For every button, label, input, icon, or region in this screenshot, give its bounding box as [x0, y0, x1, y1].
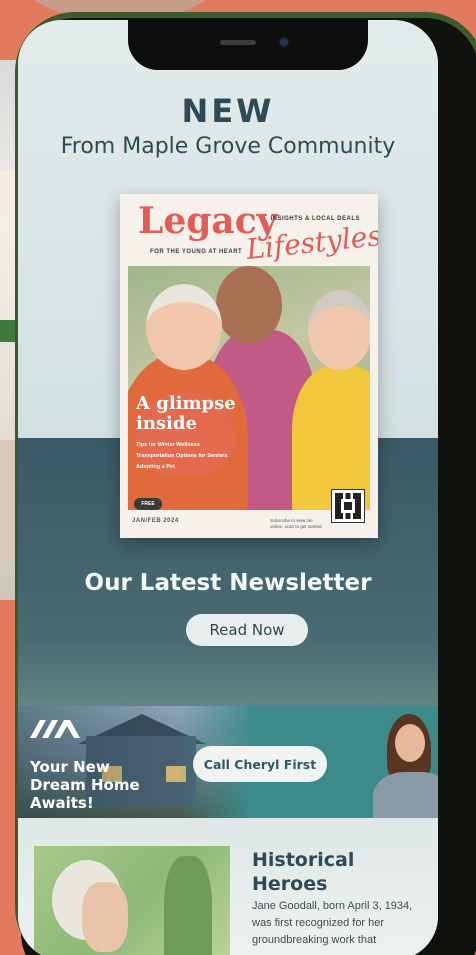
realtor-logo-icon — [30, 720, 80, 738]
dream-line: Dream Home — [30, 776, 140, 794]
woman-portrait-face — [82, 882, 128, 952]
cover-subscribe-text: Subscribe to view me online, scan to get… — [270, 518, 322, 529]
phone-notch — [128, 20, 368, 70]
cover-person — [216, 266, 282, 344]
cover-bullet: Adopting a Pet — [136, 464, 175, 470]
phone-screen: NEW From Maple Grove Community Legacy IN… — [18, 20, 438, 955]
new-heading: NEW — [181, 92, 275, 130]
cover-insights-label: INSIGHTS & LOCAL DEALS — [270, 216, 360, 222]
realtor-banner[interactable]: Your New Dream Home Awaits! Call Cheryl … — [18, 706, 438, 818]
realtor-body — [373, 772, 438, 818]
dream-line: Awaits! — [30, 794, 94, 812]
silhouette-figure — [164, 856, 212, 955]
article-section: Historical Heroes Jane Goodall, born Apr… — [18, 818, 438, 955]
title-line: Heroes — [252, 873, 328, 895]
cover-person — [292, 366, 370, 510]
cover-bullet: Tips for Winter Wellness — [136, 442, 200, 448]
cover-bullet-list: Tips for Winter Wellness Transportation … — [136, 440, 227, 473]
cover-tagline: FOR THE YOUNG AT HEART — [150, 249, 243, 255]
realtor-face — [395, 724, 425, 762]
dream-home-text: Your New Dream Home Awaits! — [30, 758, 140, 812]
qr-code-icon — [331, 489, 365, 523]
cover-bullet: Transportation Options for Seniors — [136, 453, 228, 459]
glimpse-line: A glimpse — [136, 393, 236, 414]
free-badge: FREE — [134, 498, 162, 510]
qr-code-center — [341, 499, 355, 513]
call-cheryl-button[interactable]: Call Cheryl First — [193, 746, 327, 782]
from-community-subtitle: From Maple Grove Community — [60, 134, 396, 159]
dream-line: Your New — [30, 758, 110, 776]
historical-heroes-image[interactable] — [34, 846, 230, 955]
cover-date: JAN/FEB 2024 — [132, 518, 179, 524]
historical-heroes-excerpt: Jane Goodall, born April 3, 1934, was fi… — [252, 900, 413, 946]
cover-glimpse-heading: A glimpse inside — [136, 394, 246, 434]
read-now-button[interactable]: Read Now — [186, 614, 308, 646]
cover-person — [146, 284, 222, 370]
cover-person — [308, 290, 370, 370]
realtor-photo — [373, 714, 438, 818]
glimpse-line: inside — [136, 413, 197, 434]
speaker-icon — [220, 40, 256, 45]
camera-icon — [278, 36, 290, 48]
historical-heroes-title[interactable]: Historical Heroes — [252, 848, 422, 896]
newsletter-cover[interactable]: Legacy INSIGHTS & LOCAL DEALS FOR THE YO… — [120, 194, 378, 538]
title-line: Historical — [252, 849, 355, 871]
newsletter-heading: Our Latest Newsletter — [84, 570, 372, 596]
